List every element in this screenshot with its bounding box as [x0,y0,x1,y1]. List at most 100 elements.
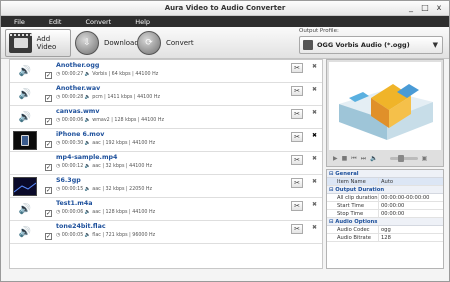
file-name: mp4-sample.mp4 [56,154,118,161]
output-profile-select[interactable]: OGG Vorbis Audio (*.ogg) ▼ [299,36,443,54]
remove-icon[interactable]: ✖ [312,132,317,139]
remove-icon[interactable]: ✖ [312,109,317,116]
remove-icon[interactable]: ✖ [312,155,317,162]
menu-file[interactable]: File [14,18,25,26]
add-video-label: Add Video [36,35,57,51]
preview-panel: ▶ ■ ⏮ ⏭ 🔈 ▣ [326,59,444,167]
property-key: All clip duration [327,194,379,201]
volume-slider[interactable] [389,155,418,162]
remove-icon[interactable]: ✖ [312,224,317,231]
next-icon[interactable]: ⏭ [361,155,366,163]
section-title: General [335,171,359,177]
file-checkbox[interactable]: ✓ [45,210,52,217]
convert-button[interactable]: ⟳ Convert [137,29,194,57]
file-checkbox[interactable]: ✓ [45,187,52,194]
file-checkbox[interactable]: ✓ [45,164,52,171]
scissors-icon[interactable]: ✂ [291,86,303,96]
scissors-icon[interactable]: ✂ [291,132,303,142]
file-duration: 00:00:30 [61,141,84,146]
property-value[interactable]: Auto [379,178,443,185]
scissors-icon[interactable]: ✂ [291,201,303,211]
property-row[interactable]: Item Name Auto [327,178,443,186]
speaker-icon: 🔊 [18,204,32,215]
file-checkbox[interactable]: ✓ [45,95,52,102]
close-button[interactable]: x [434,3,444,13]
speaker-icon: 🔊 [18,227,32,238]
menu-bar: File Edit Convert Help [1,16,449,27]
property-value[interactable]: 128 [379,234,443,241]
remove-icon[interactable]: ✖ [312,86,317,93]
property-key: Item Name [327,178,379,185]
file-row[interactable]: 🔊 tone24bit.flac ✓ ◷ 00:00:05 🔈 flac | 7… [10,221,322,244]
scissors-icon[interactable]: ✂ [291,224,303,234]
film-icon [9,33,32,53]
file-name: Another.ogg [56,62,100,69]
property-row[interactable]: Stop Time 00:00:00 [327,210,443,218]
file-list: 🔊 Another.ogg ✓ ◷ 00:00:27 🔈 Vorbis | 64… [9,59,323,269]
property-row[interactable]: Audio Codec ogg [327,226,443,234]
file-name: Test1.m4a [56,200,93,207]
logo-preview-graphic [329,62,441,150]
output-profile-label: Output Profile: [299,28,339,34]
file-row[interactable]: S6.3gp ✓ ◷ 00:00:15 🔈 aac | 32 kbps | 22… [10,175,322,198]
property-key: Start Time [327,202,379,209]
volume-slider-handle[interactable] [397,155,404,162]
scissors-icon[interactable]: ✂ [291,109,303,119]
file-checkbox[interactable]: ✓ [45,141,52,148]
convert-label: Convert [166,39,194,47]
player-controls: ▶ ■ ⏮ ⏭ 🔈 ▣ [329,152,441,165]
file-duration: 00:00:27 [61,72,84,77]
snapshot-icon[interactable]: ▣ [422,155,428,162]
window-title: Aura Video to Audio Converter [164,4,286,12]
chevron-down-icon: ▼ [432,41,438,49]
property-row[interactable]: Audio Bitrate 128 [327,234,443,242]
file-row[interactable]: 🔊 canvas.wmv ✓ ◷ 00:00:06 🔈 wmav2 | 128 … [10,106,322,129]
file-audio-info: Vorbis | 64 kbps | 44100 Hz [92,72,159,77]
remove-icon[interactable]: ✖ [312,63,317,70]
maximize-button[interactable]: □ [420,3,430,13]
menu-help[interactable]: Help [135,18,150,26]
blank-thumbnail [13,154,37,173]
property-value[interactable]: ogg [379,226,443,233]
file-row[interactable]: 🔊 Another.wav ✓ ◷ 00:00:28 🔈 pcm | 1411 … [10,83,322,106]
file-name: canvas.wmv [56,108,100,115]
download-button[interactable]: ⇩ Download [75,29,139,57]
video-thumbnail [13,131,37,150]
scissors-icon[interactable]: ✂ [291,155,303,165]
property-row[interactable]: Start Time 00:00:00 [327,202,443,210]
remove-icon[interactable]: ✖ [312,178,317,185]
section-audio-options[interactable]: ⊟ Audio Options [327,218,443,226]
property-value[interactable]: 00:00:00-00:00:00 [379,194,443,201]
file-duration: 00:00:12 [61,164,84,169]
file-meta: ◷ 00:00:06 🔈 wmav2 | 128 kbps | 44100 Hz [56,118,165,123]
file-checkbox[interactable]: ✓ [45,233,52,240]
add-video-button[interactable]: Add Video [5,29,71,57]
video-thumbnail [13,177,37,196]
remove-icon[interactable]: ✖ [312,201,317,208]
speaker-icon: 🔊 [18,89,32,100]
play-icon[interactable]: ▶ [333,155,338,162]
previous-icon[interactable]: ⏮ [351,155,356,163]
section-output-duration[interactable]: ⊟ Output Duration [327,186,443,194]
file-checkbox[interactable]: ✓ [45,72,52,79]
scissors-icon[interactable]: ✂ [291,63,303,73]
file-audio-info: aac | 128 kbps | 44100 Hz [92,210,156,215]
volume-icon[interactable]: 🔈 [370,155,377,162]
file-row[interactable]: iPhone 6.mov ✓ ◷ 00:00:30 🔈 aac | 192 kb… [10,129,322,152]
menu-edit[interactable]: Edit [49,18,62,26]
property-row[interactable]: All clip duration 00:00:00-00:00:00 [327,194,443,202]
file-row[interactable]: mp4-sample.mp4 ✓ ◷ 00:00:12 🔈 aac | 32 k… [10,152,322,175]
file-checkbox[interactable]: ✓ [45,118,52,125]
property-value[interactable]: 00:00:00 [379,210,443,217]
property-value[interactable]: 00:00:00 [379,202,443,209]
file-row[interactable]: 🔊 Another.ogg ✓ ◷ 00:00:27 🔈 Vorbis | 64… [10,60,322,83]
download-label: Download [104,39,139,47]
file-row[interactable]: 🔊 Test1.m4a ✓ ◷ 00:00:06 🔈 aac | 128 kbp… [10,198,322,221]
scissors-icon[interactable]: ✂ [291,178,303,188]
file-audio-info: wmav2 | 128 kbps | 44100 Hz [92,118,165,123]
section-general[interactable]: ⊟ General [327,170,443,178]
menu-convert[interactable]: Convert [85,18,111,26]
stop-icon[interactable]: ■ [342,155,348,162]
file-duration: 00:00:15 [61,187,84,192]
minimize-button[interactable]: _ [406,3,416,13]
